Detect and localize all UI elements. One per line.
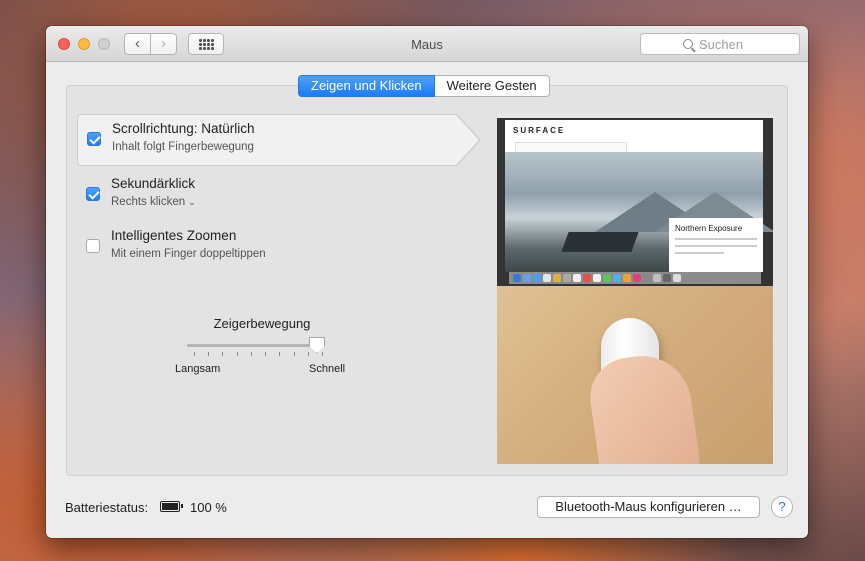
slider-tick	[307, 352, 309, 356]
slider-tick	[222, 352, 224, 356]
battery-icon	[160, 501, 183, 512]
scroll-direction-checkbox[interactable]	[87, 132, 101, 146]
option-secondary-click[interactable]: Sekundärklick Rechts klicken ⌄	[77, 170, 457, 222]
search-placeholder: Suchen	[699, 36, 744, 52]
battery-percent: 100 %	[190, 500, 227, 515]
slider-tick	[194, 352, 195, 356]
slider-thumb[interactable]	[309, 337, 325, 353]
slider-tick	[265, 352, 267, 356]
article-card: Northern Exposure	[669, 218, 763, 272]
preview-browser: SURFACE Northern Exposure	[505, 120, 773, 272]
card-title: Northern Exposure	[675, 224, 743, 233]
option-subtitle: Inhalt folgt Fingerbewegung	[112, 141, 254, 153]
tab-weitere-gesten[interactable]: Weitere Gesten	[434, 75, 550, 97]
secondary-click-checkbox[interactable]	[86, 187, 100, 201]
tracking-speed-slider[interactable]	[187, 337, 325, 353]
help-button[interactable]: ?	[771, 496, 793, 518]
slider-tick	[208, 352, 210, 356]
preview-screen: SURFACE Northern Exposure	[497, 114, 773, 286]
secondary-click-dropdown[interactable]: Rechts klicken ⌄	[111, 196, 196, 208]
slider-tick	[322, 352, 323, 356]
site-logo: SURFACE	[513, 126, 566, 135]
search-field[interactable]: Suchen	[640, 33, 800, 55]
slider-tick	[236, 352, 238, 356]
tracking-speed-label: Zeigerbewegung	[213, 316, 311, 331]
dock	[509, 272, 761, 284]
option-title: Intelligentes Zoomen	[111, 228, 237, 243]
option-subtitle: Rechts klicken	[111, 196, 186, 208]
gesture-preview-video: SURFACE Northern Exposure	[497, 114, 773, 464]
option-title: Sekundärklick	[111, 176, 196, 191]
titlebar: ‹ › Maus Suchen	[46, 26, 808, 62]
chevron-down-icon: ⌄	[188, 197, 196, 207]
tab-bar: Zeigen und Klicken Weitere Gesten	[298, 75, 550, 97]
bluetooth-setup-button[interactable]: Bluetooth-Maus konfigurieren …	[537, 496, 760, 518]
selection-arrow	[456, 114, 481, 166]
smart-zoom-checkbox[interactable]	[86, 239, 100, 253]
slider-tick	[293, 352, 295, 356]
slider-tick	[279, 352, 281, 356]
option-smart-zoom[interactable]: Intelligentes Zoomen Mit einem Finger do…	[77, 222, 457, 274]
desk-surface	[497, 286, 773, 464]
slider-max-label: Schnell	[309, 363, 346, 375]
option-title: Scrollrichtung: Natürlich	[112, 121, 255, 136]
slider-tick	[250, 352, 252, 356]
search-icon	[683, 39, 693, 49]
option-scroll-direction[interactable]: Scrollrichtung: Natürlich Inhalt folgt F…	[77, 114, 481, 166]
slider-min-label: Langsam	[175, 363, 221, 375]
settings-panel: Scrollrichtung: Natürlich Inhalt folgt F…	[66, 85, 788, 476]
option-subtitle: Mit einem Finger doppeltippen	[111, 248, 266, 260]
battery-label: Batteriestatus:	[65, 500, 149, 515]
slider-ticks	[194, 352, 323, 357]
preferences-window: ‹ › Maus Suchen Zeigen und Klicken Weite…	[46, 26, 808, 538]
tab-zeigen-und-klicken[interactable]: Zeigen und Klicken	[298, 75, 435, 97]
